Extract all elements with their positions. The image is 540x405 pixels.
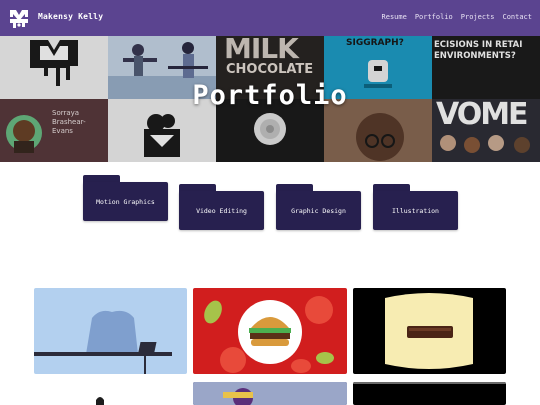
folder-body: Video Editing: [179, 191, 264, 230]
project-card-6[interactable]: [353, 382, 506, 405]
category-illustration[interactable]: Illustration: [373, 184, 458, 230]
top-navbar: Makensy Kelly Resume Portfolio Projects …: [0, 0, 540, 36]
category-label: Graphic Design: [291, 206, 346, 215]
category-label: Motion Graphics: [96, 197, 155, 206]
chocolate-bar-illustration: [385, 293, 473, 369]
folder-body: Illustration: [373, 191, 458, 230]
drip-logo-partial: [96, 397, 104, 405]
brand-name[interactable]: Makensy Kelly: [38, 12, 103, 21]
nav-link-contact[interactable]: Contact: [502, 13, 532, 21]
chocolate-bar-card[interactable]: [353, 288, 506, 374]
category-motion-graphics[interactable]: Motion Graphics: [83, 175, 168, 221]
hero-title: Portfolio: [192, 80, 348, 111]
category-label: Video Editing: [196, 206, 247, 215]
nav-link-projects[interactable]: Projects: [461, 13, 495, 21]
mk-logo-icon[interactable]: [6, 5, 32, 31]
desk-scene-card[interactable]: [34, 288, 187, 374]
nav-link-portfolio[interactable]: Portfolio: [415, 13, 453, 21]
nav-link-resume[interactable]: Resume: [382, 13, 407, 21]
folder-body: Motion Graphics: [83, 182, 168, 221]
character-illustration-partial: [193, 382, 347, 405]
category-video-editing[interactable]: Video Editing: [179, 184, 264, 230]
project-card-5[interactable]: [193, 382, 347, 405]
burger-card[interactable]: [193, 288, 347, 374]
folder-body: Graphic Design: [276, 191, 361, 230]
hero-banner: MILK CHOCOLATE SIGGRAPH? ECISIONS IN RET…: [0, 36, 540, 162]
project-card-4[interactable]: [34, 382, 187, 405]
category-label: Illustration: [392, 206, 439, 215]
nav-links: Resume Portfolio Projects Contact: [382, 13, 532, 21]
burger-illustration: [204, 296, 334, 373]
desk-scene-illustration: [34, 310, 172, 374]
category-graphic-design[interactable]: Graphic Design: [276, 184, 361, 230]
